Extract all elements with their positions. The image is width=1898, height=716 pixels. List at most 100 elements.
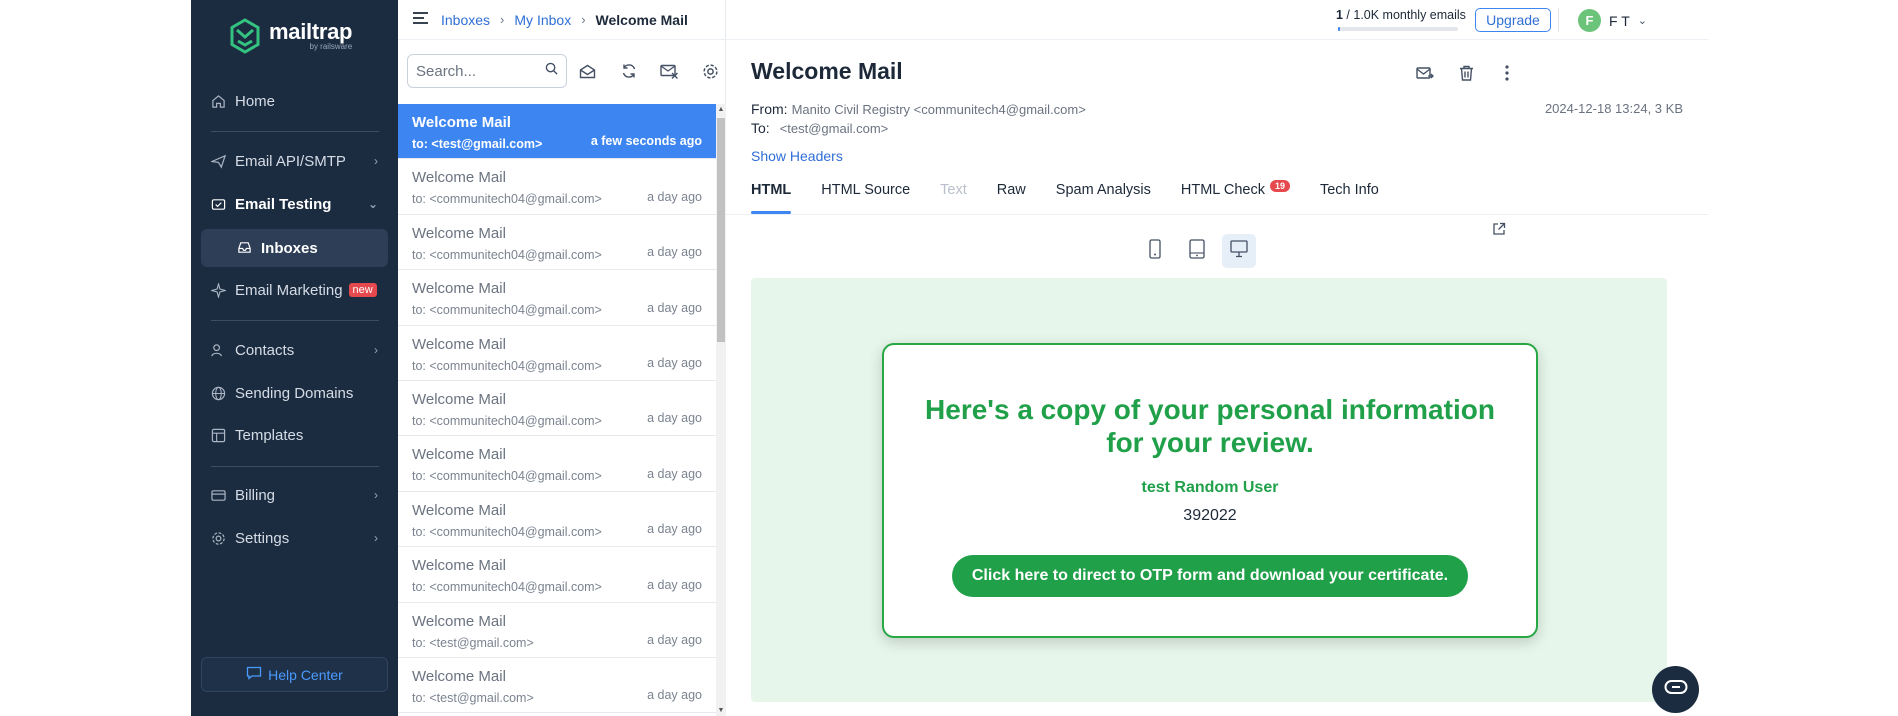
tabs-divider: [726, 214, 1708, 215]
search-input[interactable]: [416, 62, 536, 80]
sidebar-item-inboxes[interactable]: Inboxes: [201, 229, 388, 267]
message-subject: Welcome Mail: [412, 501, 506, 519]
message-list-item[interactable]: Welcome Mail to: <test@gmail.com> a day ag…: [398, 603, 716, 658]
mark-read-icon[interactable]: [567, 54, 608, 88]
chevron-right-icon: ›: [374, 154, 378, 168]
user-menu[interactable]: F F T ⌄: [1578, 9, 1647, 32]
open-external-icon[interactable]: [1492, 222, 1506, 241]
help-center-button[interactable]: Help Center: [201, 657, 388, 692]
sidebar-item-label: Contacts: [235, 341, 295, 359]
message-list-item[interactable]: Welcome Mail to: <communitech04@gmail.com…: [398, 159, 716, 215]
message-subject: Welcome Mail: [412, 169, 506, 187]
desktop-view-button[interactable]: [1222, 234, 1256, 268]
sidebar-item-contacts[interactable]: Contacts ›: [201, 333, 388, 367]
trash-icon[interactable]: [1455, 62, 1477, 84]
scroll-down-icon[interactable]: ▼: [716, 707, 726, 714]
message-subject: Welcome Mail: [412, 612, 506, 630]
message-subject: Welcome Mail: [412, 114, 511, 131]
message-time: a day ago: [647, 245, 702, 260]
search-box[interactable]: [407, 54, 567, 88]
mailtrap-app: mailtrap by railsware Home Email API/SMT…: [191, 0, 1708, 716]
brand-name: mailtrap: [269, 18, 353, 44]
globe-icon: [209, 384, 227, 402]
scroll-up-icon[interactable]: ▲: [716, 106, 726, 113]
from-value: Manito Civil Registry <communitech4@gmai…: [791, 102, 1086, 117]
from-line: From: Manito Civil Registry <communitech4…: [751, 101, 1086, 117]
tab-html-source[interactable]: HTML Source: [821, 182, 910, 214]
message-list-item[interactable]: Welcome Mail to: <test@gmail.com> a few se…: [398, 104, 716, 160]
to-value: <test@gmail.com>: [779, 121, 889, 136]
logo[interactable]: mailtrap by railsware: [229, 18, 352, 54]
sidebar-item-label: Inboxes: [261, 239, 318, 257]
breadcrumb-separator: ›: [500, 12, 505, 27]
chevron-down-icon: ⌄: [1637, 15, 1647, 27]
message-list-item[interactable]: Welcome Mail to: <communitech04@gmail.com…: [398, 492, 716, 548]
message-subject: Welcome Mail: [412, 224, 506, 242]
sidebar-item-home[interactable]: Home: [201, 84, 388, 118]
to-line: To: <test@gmail.com>: [751, 120, 888, 136]
tab-tech-info[interactable]: Tech Info: [1320, 182, 1379, 214]
sidebar-item-templates[interactable]: Templates: [201, 418, 388, 452]
chat-widget-button[interactable]: [1652, 666, 1699, 713]
chat-bubble-icon: [1664, 679, 1688, 700]
clear-inbox-icon[interactable]: [649, 54, 690, 88]
mobile-view-button[interactable]: [1138, 234, 1172, 268]
menu-icon[interactable]: [412, 11, 429, 28]
message-list-item[interactable]: Welcome Mail to: <communitech04@gmail.com…: [398, 436, 716, 492]
message-time: a day ago: [647, 466, 702, 481]
gear-icon[interactable]: [690, 54, 731, 88]
email-card: Here's a copy of your personal informati…: [882, 343, 1538, 638]
message-list-item[interactable]: Welcome Mail to: <test@gmail.com> a day ag…: [398, 658, 716, 714]
forward-icon[interactable]: [1414, 62, 1436, 84]
message-time: a few seconds ago: [590, 134, 702, 149]
upgrade-button[interactable]: Upgrade: [1475, 8, 1551, 32]
new-badge: new: [348, 283, 377, 297]
message-list-item[interactable]: Welcome Mail to: <communitech04@gmail.com…: [398, 215, 716, 271]
message-time: a day ago: [647, 300, 702, 315]
sidebar-item-billing[interactable]: Billing ›: [201, 478, 388, 512]
message-list-item[interactable]: Welcome Mail to: <communitech04@gmail.com…: [398, 547, 716, 603]
help-center-label: Help Center: [268, 666, 343, 683]
sidebar-item-settings[interactable]: Settings ›: [201, 521, 388, 555]
message-subject: Welcome Mail: [412, 390, 506, 408]
message-view: 1 / 1.0K monthly emails Upgrade F F T ⌄ …: [726, 0, 1708, 716]
breadcrumb-my-inbox[interactable]: My Inbox: [514, 12, 571, 28]
chevron-down-icon: ⌄: [367, 197, 378, 211]
message-subject: Welcome Mail: [412, 446, 506, 464]
quota-used: 1: [1336, 8, 1343, 22]
message-list-item[interactable]: Welcome Mail to: <communitech04@gmail.com…: [398, 381, 716, 437]
sidebar-item-sending-domains[interactable]: Sending Domains: [201, 376, 388, 410]
message-subject: Welcome Mail: [412, 667, 506, 685]
message-time: a day ago: [647, 688, 702, 703]
message-list-item[interactable]: Welcome Mail to: <communitech04@gmail.com…: [398, 270, 716, 326]
inbox-check-icon: [209, 195, 227, 213]
list-toolbar: [407, 54, 731, 88]
breadcrumb-inboxes[interactable]: Inboxes: [441, 12, 490, 28]
list-scrollbar[interactable]: ▲ ▼: [716, 104, 726, 716]
sidebar-item-email-api[interactable]: Email API/SMTP ›: [201, 144, 388, 178]
breadcrumb-current: Welcome Mail: [595, 11, 688, 28]
tab-html-check[interactable]: HTML Check 19: [1180, 180, 1290, 214]
tab-spam-analysis[interactable]: Spam Analysis: [1056, 182, 1151, 214]
recipient-name: test Random User: [1141, 479, 1279, 496]
tab-html[interactable]: HTML: [751, 182, 792, 214]
message-list-item[interactable]: Welcome Mail to: <communitech04@gmail.com…: [398, 326, 716, 381]
quota-progress-fill: [1338, 27, 1341, 31]
sidebar-item-email-testing[interactable]: Email Testing ⌄: [201, 187, 388, 221]
chevron-right-icon: ›: [374, 343, 378, 357]
sidebar-divider: [211, 466, 379, 467]
refresh-icon[interactable]: [608, 54, 649, 88]
chevron-right-icon: ›: [374, 531, 378, 545]
sidebar-item-email-marketing[interactable]: Email Marketing new: [201, 273, 388, 307]
tab-label: HTML Check: [1180, 182, 1265, 198]
scrollbar-thumb[interactable]: [717, 118, 725, 342]
quota-label: / 1.0K monthly emails: [1342, 8, 1466, 22]
tablet-view-button[interactable]: [1180, 234, 1214, 268]
breadcrumb-separator: ›: [581, 12, 586, 27]
otp-form-button[interactable]: Click here to direct to OTP form and dow…: [951, 555, 1469, 597]
from-label: From:: [751, 101, 788, 117]
more-vertical-icon[interactable]: [1496, 62, 1518, 84]
show-headers-link[interactable]: Show Headers: [751, 148, 843, 164]
quota-text: 1 / 1.0K monthly emails: [1336, 8, 1466, 22]
tab-raw[interactable]: Raw: [997, 182, 1026, 214]
